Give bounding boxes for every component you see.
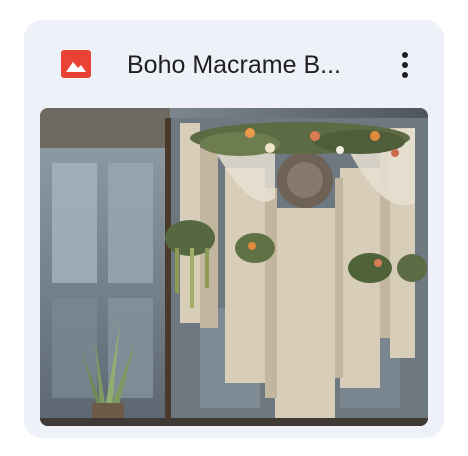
file-title: Boho Macrame B... [127, 51, 341, 79]
file-card[interactable]: Boho Macrame B... [24, 20, 444, 438]
more-vert-icon[interactable] [390, 48, 420, 82]
image-icon [61, 50, 91, 78]
image-thumbnail[interactable] [40, 108, 428, 426]
